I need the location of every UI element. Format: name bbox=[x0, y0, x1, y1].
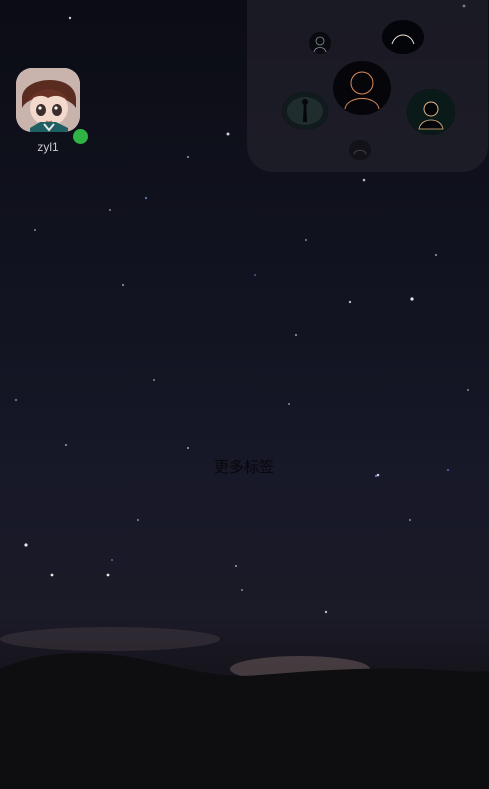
user-card[interactable]: zyl1 bbox=[16, 68, 88, 154]
silhouette-bubble-right-top[interactable] bbox=[382, 20, 424, 54]
username[interactable]: zyl1 bbox=[16, 140, 80, 154]
bubble-panel bbox=[247, 0, 488, 172]
online-status-indicator bbox=[73, 129, 88, 144]
silhouette-icon bbox=[382, 20, 424, 54]
silhouette-icon bbox=[407, 89, 455, 135]
more-tags-link[interactable]: 更多标签 bbox=[214, 456, 274, 477]
silhouette-icon bbox=[309, 32, 331, 54]
anime-avatar-icon bbox=[16, 68, 80, 132]
silhouette-bubble-small-bottom[interactable] bbox=[349, 140, 371, 160]
silhouette-icon bbox=[282, 92, 328, 130]
silhouette-bubble-small-top[interactable] bbox=[309, 32, 331, 54]
silhouette-bubble-center[interactable] bbox=[333, 61, 391, 115]
silhouette-icon bbox=[333, 61, 391, 115]
silhouette-icon bbox=[349, 140, 371, 160]
silhouette-bubble-right[interactable] bbox=[407, 89, 455, 135]
silhouette-bubble-left[interactable] bbox=[282, 92, 328, 130]
mountain-silhouette bbox=[0, 653, 489, 789]
avatar[interactable] bbox=[16, 68, 80, 132]
